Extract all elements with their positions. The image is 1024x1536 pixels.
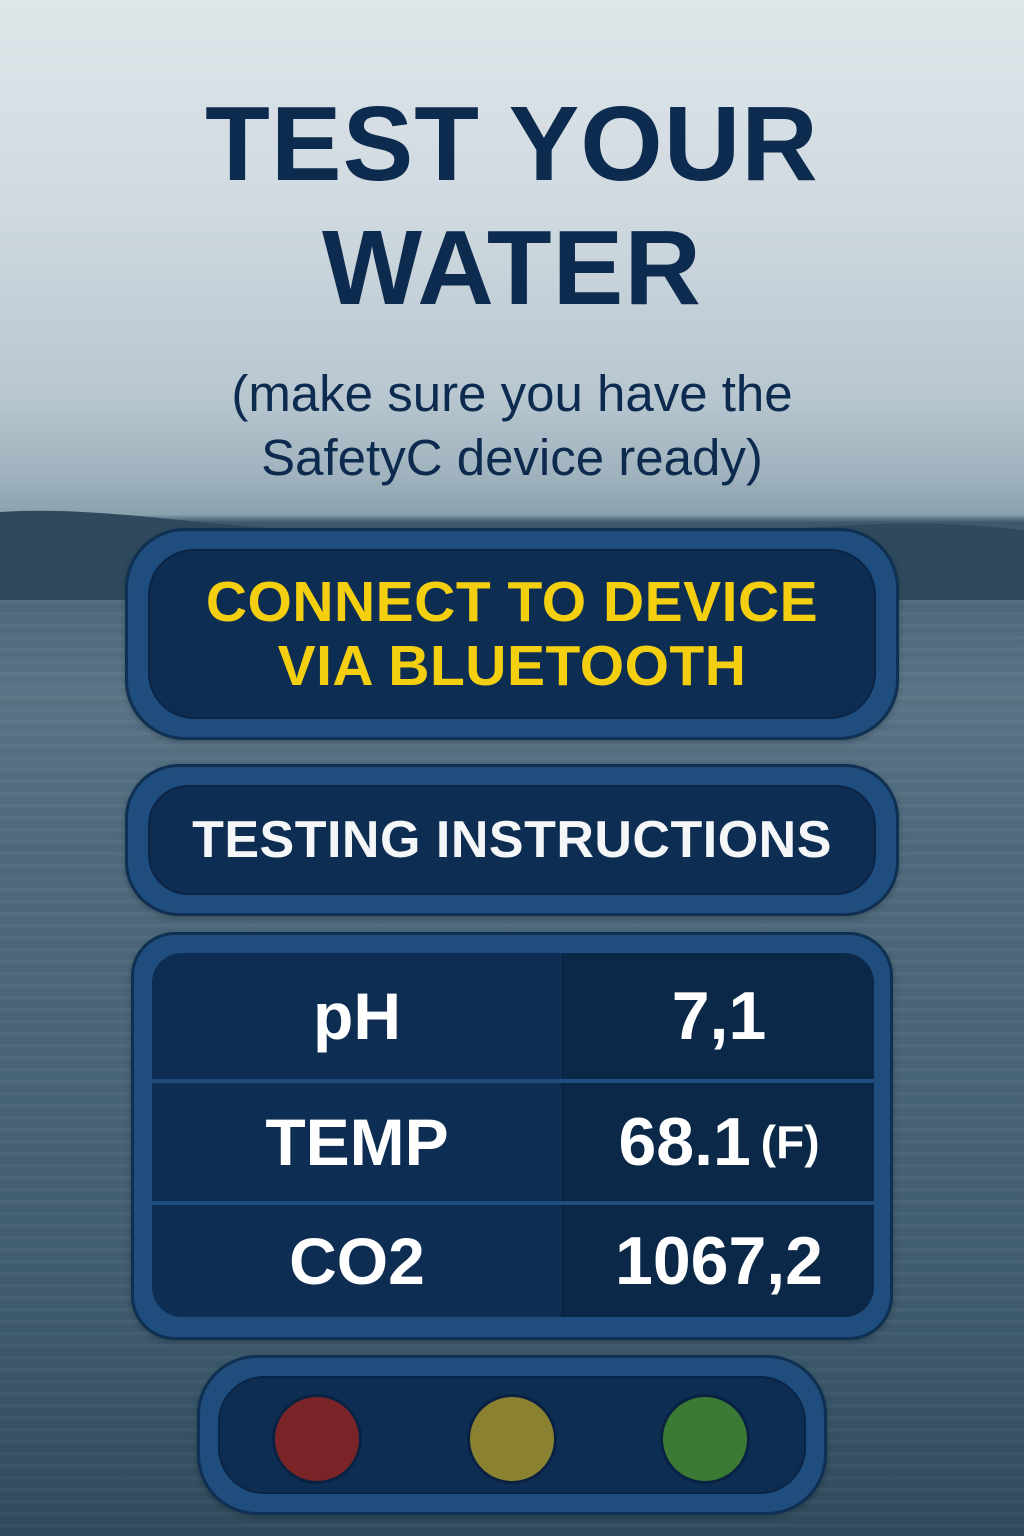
connect-button-face[interactable]: CONNECT TO DEVICE VIA BLUETOOTH [148, 549, 876, 719]
instructions-button-face[interactable]: TESTING INSTRUCTIONS [148, 785, 876, 895]
status-lights-panel [197, 1355, 827, 1515]
reading-value-cell: 7,1 [562, 953, 874, 1079]
readings-table-body: pH 7,1 TEMP 68.1 (F) CO2 1067,2 [152, 953, 874, 1317]
status-lights-tray [218, 1376, 806, 1494]
connect-label-line-2: VIA BLUETOOTH [277, 634, 747, 698]
reading-value-cell: 68.1 (F) [562, 1083, 874, 1201]
reading-label: pH [313, 979, 401, 1053]
reading-row-co2: CO2 1067,2 [152, 1205, 874, 1317]
reading-unit: (F) [760, 1116, 820, 1168]
readings-table: pH 7,1 TEMP 68.1 (F) CO2 1067,2 [131, 932, 893, 1340]
red-status-light [272, 1394, 362, 1484]
page-title: TEST YOUR WATER [0, 82, 1024, 330]
reading-label: TEMP [265, 1105, 449, 1179]
connect-label-line-1: CONNECT TO DEVICE [205, 570, 819, 634]
yellow-status-light [467, 1394, 557, 1484]
subtitle-line-2: SafetyC device ready) [261, 429, 763, 486]
reading-label: CO2 [289, 1224, 425, 1298]
connect-button-label: CONNECT TO DEVICE VIA BLUETOOTH [206, 570, 818, 698]
reading-value: 1067,2 [615, 1223, 823, 1299]
subtitle-line-1: (make sure you have the [231, 365, 793, 422]
page-subtitle: (make sure you have the SafetyC device r… [0, 362, 1024, 490]
reading-value: 68.1 [618, 1104, 751, 1180]
reading-row-temp: TEMP 68.1 (F) [152, 1083, 874, 1201]
reading-row-ph: pH 7,1 [152, 953, 874, 1079]
green-status-light [660, 1394, 750, 1484]
testing-instructions-button[interactable]: TESTING INSTRUCTIONS [125, 764, 899, 916]
title-line-1: TEST YOUR [205, 85, 819, 203]
instructions-button-label: TESTING INSTRUCTIONS [192, 811, 832, 869]
title-line-2: WATER [322, 209, 702, 327]
reading-value-cell: 1067,2 [562, 1205, 874, 1317]
reading-value: 7,1 [671, 978, 767, 1054]
connect-bluetooth-button[interactable]: CONNECT TO DEVICE VIA BLUETOOTH [125, 528, 899, 740]
